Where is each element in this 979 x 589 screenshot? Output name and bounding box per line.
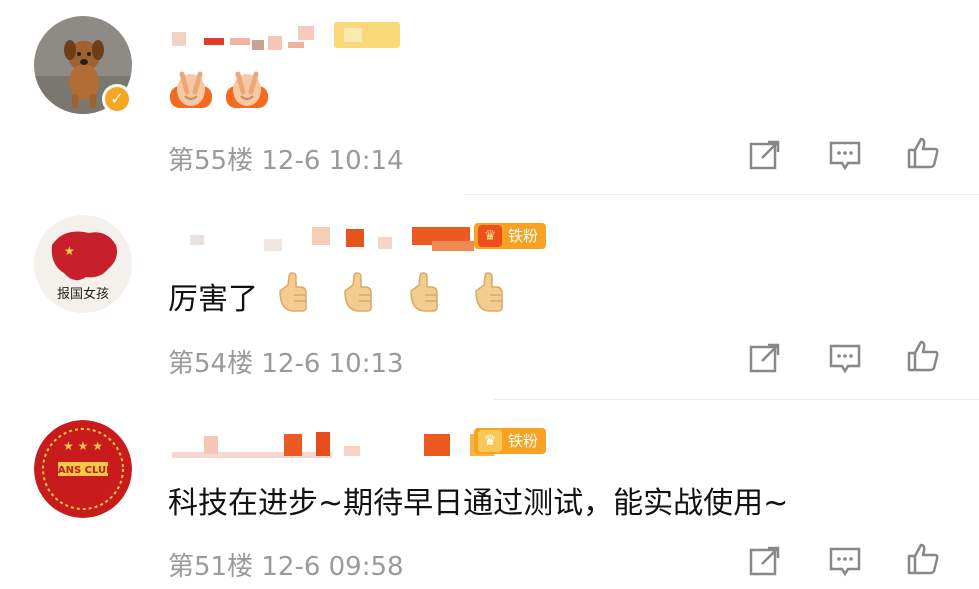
avatar[interactable]: FANS CLUB ★ ★ ★ [34, 420, 132, 518]
fan-badge: ♛ 铁粉 [474, 223, 547, 249]
share-icon[interactable] [748, 341, 782, 375]
comment-icon[interactable] [828, 341, 862, 375]
fans-club-label: FANS CLUB [52, 465, 114, 476]
comment-icon[interactable] [828, 138, 862, 172]
like-icon[interactable] [906, 136, 940, 170]
comment-text: 科技在进步~期待早日通过测试，能实战使用~ [168, 486, 789, 521]
crown-icon: ♛ [478, 430, 502, 452]
thumbs-up-emoji [405, 271, 441, 321]
clap-hands-emoji [168, 66, 214, 118]
like-icon[interactable] [906, 339, 940, 373]
floor-number: 第51楼 [168, 552, 254, 582]
fans-club-avatar-image: FANS CLUB ★ ★ ★ [34, 420, 132, 518]
china-map-avatar-image: ★ 报国女孩 [34, 215, 132, 313]
comment-date: 12-6 [261, 349, 321, 379]
comment-item: ✓ 第55楼 12-6 10:14 [0, 0, 979, 195]
floor-number: 第55楼 [168, 146, 254, 176]
comment-item: ★ 报国女孩 ♛ 铁粉 厉害了 第54楼 12-6 10:13 [0, 195, 979, 400]
avatar[interactable]: ★ 报国女孩 [34, 215, 132, 313]
share-icon[interactable] [748, 138, 782, 172]
comment-date: 12-6 [261, 146, 321, 176]
share-icon[interactable] [748, 544, 782, 578]
comment-time: 09:58 [328, 552, 404, 582]
comment-time: 10:14 [328, 146, 404, 176]
floor-number: 第54楼 [168, 349, 254, 379]
comment-date: 12-6 [261, 552, 321, 582]
svg-text:★: ★ [64, 244, 75, 258]
username-redacted[interactable] [168, 20, 408, 50]
comment-icon[interactable] [828, 544, 862, 578]
comment-time: 10:13 [328, 349, 404, 379]
comment-meta: 第51楼 12-6 09:58 [168, 546, 404, 583]
svg-text:★ ★ ★: ★ ★ ★ [63, 439, 103, 453]
thumbs-up-emoji [470, 271, 506, 321]
clap-hands-emoji [224, 66, 270, 118]
svg-text:报国女孩: 报国女孩 [57, 286, 109, 302]
comment-meta: 第54楼 12-6 10:13 [168, 343, 404, 380]
crown-icon: ♛ [478, 225, 502, 247]
thumbs-up-emoji [339, 271, 375, 321]
thumbs-up-emoji [274, 271, 310, 321]
like-icon[interactable] [906, 542, 940, 576]
comment-text: 厉害了 [168, 271, 506, 321]
fan-badge: ♛ 铁粉 [474, 428, 547, 454]
verified-icon: ✓ [102, 84, 132, 114]
comment-text [168, 66, 270, 118]
comment-meta: 第55楼 12-6 10:14 [168, 140, 404, 177]
comment-item: FANS CLUB ★ ★ ★ ♛ 铁粉 科技在进步~期待早日通过测试，能实战使… [0, 400, 979, 589]
